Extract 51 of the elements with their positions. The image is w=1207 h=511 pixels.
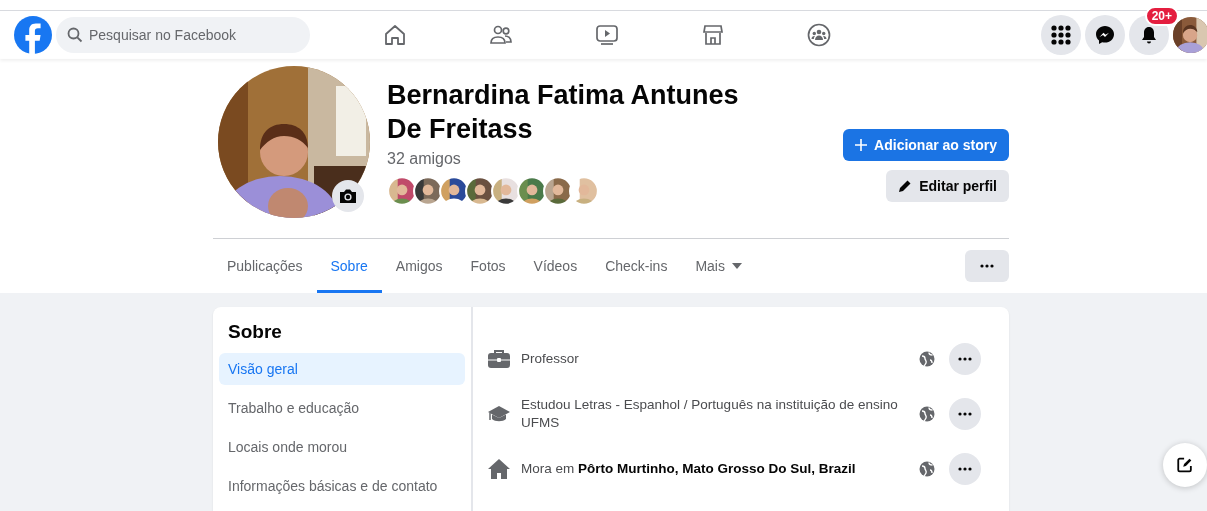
globe-icon[interactable] [919, 405, 935, 422]
house-icon [487, 457, 511, 480]
profile-name: Bernardina Fatima Antunes De Freitass [387, 79, 740, 146]
about-menu-item[interactable]: Locais onde morou [219, 431, 465, 463]
profile-tab[interactable]: Fotos [456, 239, 520, 293]
menu-icon [1051, 25, 1071, 45]
globe-icon[interactable] [919, 350, 935, 367]
more-options-button[interactable] [965, 250, 1009, 282]
pencil-icon [898, 179, 913, 193]
edit-profile-button[interactable]: Editar perfil [886, 170, 1009, 202]
profile-tab[interactable]: Publicações [213, 239, 317, 293]
more-icon [958, 411, 972, 416]
more-icon [958, 356, 972, 361]
new-message-button[interactable] [1163, 443, 1207, 487]
bell-icon [1139, 25, 1159, 45]
about-detail: Estudou Letras - Espanhol / Português na instituição de ensino UFMS [521, 395, 899, 432]
notification-badge: 20+ [1144, 6, 1179, 26]
camera-button[interactable] [332, 180, 364, 212]
profile-tab[interactable]: Check-ins [591, 239, 682, 293]
about-menu-item[interactable]: Informações básicas e de contato [219, 470, 465, 502]
about-menu-item[interactable]: Trabalho e educação [219, 392, 465, 424]
messenger-button[interactable] [1085, 15, 1125, 55]
graduation-cap-icon [487, 403, 511, 424]
more-options-button[interactable] [949, 342, 981, 375]
friends-count-link[interactable]: 32 amigos [387, 150, 807, 168]
caret-icon [731, 263, 742, 269]
profile-tab[interactable]: Vídeos [519, 239, 592, 293]
store-icon[interactable] [701, 23, 725, 47]
about-detail: Mora em Pôrto Murtinho, Mato Grosso Do Sul, Brazil [521, 459, 857, 478]
messenger-icon [1095, 25, 1115, 45]
search-field[interactable]: Pesquisar no Facebook [56, 17, 310, 53]
logo-icon[interactable] [14, 16, 52, 54]
plus-icon [855, 139, 868, 151]
about-detail: Professor [521, 349, 580, 368]
compose-icon [1176, 456, 1194, 474]
groups-icon[interactable] [807, 23, 831, 47]
profile-tab[interactable]: Mais [681, 239, 756, 293]
more-icon [958, 466, 972, 471]
friends-icon[interactable] [489, 23, 513, 47]
section-title: Sobre [228, 321, 283, 343]
about-menu-item[interactable]: Visão geral [219, 353, 465, 385]
add-story-button[interactable]: Adicionar ao story [843, 129, 1009, 161]
briefcase-icon [487, 348, 511, 369]
home-icon[interactable] [383, 23, 407, 47]
more-icon [980, 264, 994, 268]
more-options-button[interactable] [949, 452, 981, 485]
video-icon[interactable] [595, 23, 619, 47]
profile-tab[interactable]: Amigos [381, 239, 457, 293]
more-options-button[interactable] [949, 397, 981, 430]
menu-button[interactable] [1041, 15, 1081, 55]
globe-icon[interactable] [919, 460, 935, 477]
